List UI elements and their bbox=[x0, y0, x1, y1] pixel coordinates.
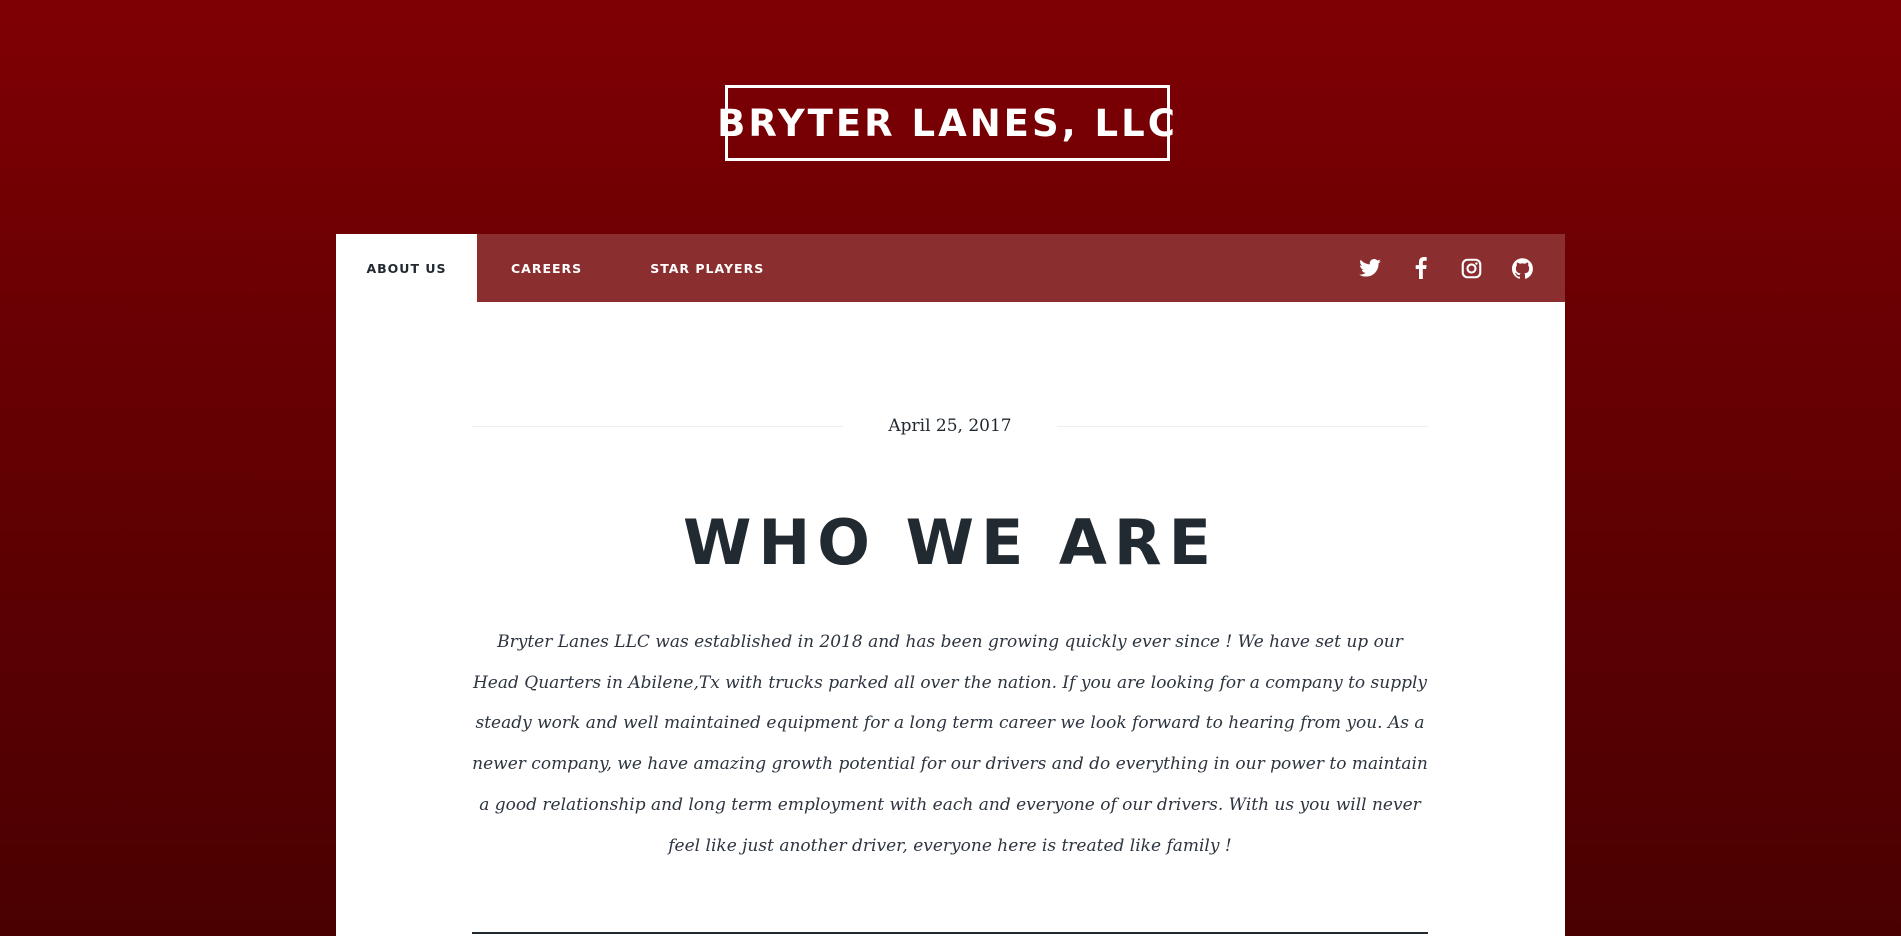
main-panel: ABOUT US CAREERS STAR PLAYERS April 25, … bbox=[336, 234, 1565, 936]
post-date: April 25, 2017 bbox=[888, 416, 1012, 436]
github-icon[interactable] bbox=[1508, 254, 1537, 283]
twitter-icon[interactable] bbox=[1355, 254, 1384, 283]
site-header: BRYTER LANES, LLC bbox=[0, 0, 1901, 234]
post-body: Bryter Lanes LLC was established in 2018… bbox=[472, 632, 1428, 856]
social-icons bbox=[1355, 234, 1537, 302]
section-divider bbox=[472, 932, 1428, 934]
date-divider-right bbox=[1056, 425, 1428, 427]
post-date-row: April 25, 2017 bbox=[472, 411, 1428, 441]
date-divider-left bbox=[472, 425, 844, 427]
post-heading: WHO WE ARE bbox=[683, 506, 1218, 579]
nav-item-careers[interactable]: CAREERS bbox=[477, 234, 616, 302]
nav-item-about-us[interactable]: ABOUT US bbox=[336, 234, 477, 302]
site-logo[interactable]: BRYTER LANES, LLC bbox=[717, 85, 1175, 161]
facebook-icon[interactable] bbox=[1406, 254, 1435, 283]
main-nav: ABOUT US CAREERS STAR PLAYERS bbox=[336, 234, 1565, 302]
instagram-icon[interactable] bbox=[1457, 254, 1486, 283]
site-title: BRYTER LANES, LLC bbox=[717, 101, 1178, 145]
nav-item-star-players[interactable]: STAR PLAYERS bbox=[616, 234, 798, 302]
